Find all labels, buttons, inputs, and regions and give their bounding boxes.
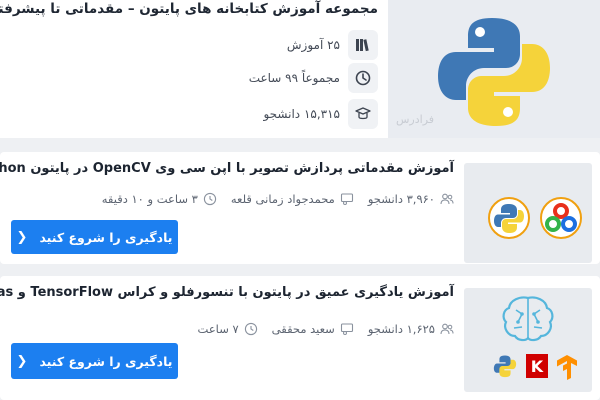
student-count: ۳,۹۶۰ دانشجو xyxy=(367,192,435,206)
course-count: ۲۵ آموزش xyxy=(286,38,340,52)
tensorflow-logo xyxy=(557,355,577,380)
course-card-opencv[interactable]: آموزش مقدماتی پردازش تصویر با اپن سی وی … xyxy=(0,152,600,264)
chevron-left-icon: ❮ xyxy=(16,229,28,245)
teacher-icon xyxy=(340,193,353,205)
course-title[interactable]: آموزش مقدماتی پردازش تصویر با اپن سی وی … xyxy=(0,161,454,176)
clock-icon xyxy=(244,322,257,336)
button-label: یادگیری را شروع کنید xyxy=(39,353,173,369)
brain-icon xyxy=(502,296,554,342)
instructor-name[interactable]: محمدجواد زمانی قلعه xyxy=(231,192,335,206)
course-instructor[interactable]: سعید محققی xyxy=(272,322,354,336)
users-icon xyxy=(440,323,454,335)
clock-icon xyxy=(348,63,378,93)
books-icon xyxy=(348,30,378,60)
watermark: فرادرس xyxy=(396,113,435,126)
start-learning-button[interactable]: یادگیری را شروع کنید ❮ xyxy=(11,220,178,254)
course-thumbnail[interactable] xyxy=(464,163,592,263)
student-count: ۱,۶۲۵ دانشجو xyxy=(367,322,435,336)
collection-card[interactable]: فرادرس مجموعه آموزش کتابخانه های پایتون … xyxy=(0,0,600,138)
instructor-name[interactable]: سعید محققی xyxy=(272,322,335,336)
python-logo xyxy=(493,355,517,378)
total-hours: مجموعاً ۹۹ ساعت xyxy=(248,71,340,85)
clock-icon xyxy=(203,192,217,206)
duration-text: ۳ ساعت و ۱۰ دقیقه xyxy=(101,192,198,206)
course-meta: ۱,۶۲۵ دانشجو سعید محققی ۷ ساعت xyxy=(14,319,454,339)
keras-logo: K xyxy=(526,354,548,378)
course-students: ۳,۹۶۰ دانشجو xyxy=(368,192,454,206)
graduate-icon xyxy=(348,99,378,129)
opencv-logo xyxy=(540,197,582,239)
course-thumbnail[interactable]: K xyxy=(464,288,592,392)
students-row: ۱۵,۳۱۵ دانشجو xyxy=(263,99,378,129)
users-icon xyxy=(440,193,454,205)
course-count-row: ۲۵ آموزش xyxy=(287,30,378,60)
chevron-left-icon: ❮ xyxy=(16,353,28,369)
course-meta: ۳,۹۶۰ دانشجو محمدجواد زمانی قلعه ۳ ساعت … xyxy=(14,189,454,209)
total-hours-row: مجموعاً ۹۹ ساعت xyxy=(249,63,378,93)
button-label: یادگیری را شروع کنید xyxy=(39,229,173,245)
teacher-icon xyxy=(340,323,353,335)
python-logo xyxy=(488,197,530,239)
course-students: ۱,۶۲۵ دانشجو xyxy=(368,322,454,336)
course-duration: ۷ ساعت xyxy=(198,322,258,336)
course-duration: ۳ ساعت و ۱۰ دقیقه xyxy=(102,192,217,206)
start-learning-button[interactable]: یادگیری را شروع کنید ❮ xyxy=(11,343,178,379)
course-title[interactable]: آموزش یادگیری عمیق در پایتون با تنسورفلو… xyxy=(0,285,454,300)
course-card-tensorflow[interactable]: K آموزش یادگیری عمیق در پایتون با تنسورف… xyxy=(0,276,600,400)
collection-thumbnail[interactable]: فرادرس xyxy=(388,0,600,138)
duration-text: ۷ ساعت xyxy=(197,322,239,336)
course-instructor[interactable]: محمدجواد زمانی قلعه xyxy=(231,192,354,206)
collection-title[interactable]: مجموعه آموزش کتابخانه های پایتون – مقدما… xyxy=(0,1,378,17)
python-logo xyxy=(438,18,550,126)
student-count: ۱۵,۳۱۵ دانشجو xyxy=(263,107,340,121)
